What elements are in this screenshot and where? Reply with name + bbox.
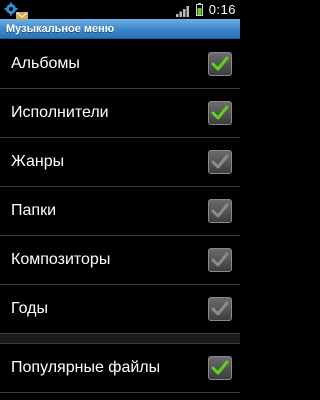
status-bar: 0:16 — [0, 0, 240, 21]
music-menu-list: Альбомы Исполнители Жанры Папки Композит… — [0, 40, 240, 393]
list-item-label: Папки — [11, 202, 56, 219]
check-icon — [211, 154, 229, 169]
status-clock: 0:16 — [208, 2, 236, 17]
check-icon — [211, 301, 229, 316]
check-icon — [211, 252, 229, 267]
page-title: Музыкальное меню — [6, 22, 115, 35]
mail-icon — [16, 8, 28, 21]
signal-icon — [175, 4, 190, 17]
list-item-years[interactable]: Годы — [0, 285, 240, 334]
list-item-label: Композиторы — [11, 251, 111, 268]
checkbox-popular-files[interactable] — [208, 356, 232, 380]
checkbox-years[interactable] — [208, 297, 232, 321]
list-item-label: Жанры — [11, 153, 65, 170]
check-icon — [211, 203, 229, 218]
title-bar: Музыкальное меню — [0, 19, 240, 39]
section-divider — [0, 334, 240, 344]
list-item-folders[interactable]: Папки — [0, 187, 240, 236]
list-item-artists[interactable]: Исполнители — [0, 89, 240, 138]
checkbox-genres[interactable] — [208, 150, 232, 174]
check-icon — [211, 56, 229, 71]
battery-icon — [195, 3, 203, 16]
list-item-label: Годы — [11, 300, 48, 317]
checkbox-albums[interactable] — [208, 52, 232, 76]
list-item-popular-files[interactable]: Популярные файлы — [0, 344, 240, 393]
check-icon — [211, 105, 229, 120]
list-item-label: Исполнители — [11, 104, 109, 121]
list-item-albums[interactable]: Альбомы — [0, 40, 240, 89]
checkbox-composers[interactable] — [208, 248, 232, 272]
checkbox-folders[interactable] — [208, 199, 232, 223]
check-icon — [211, 360, 229, 375]
checkbox-artists[interactable] — [208, 101, 232, 125]
list-item-label: Альбомы — [11, 55, 80, 72]
list-item-genres[interactable]: Жанры — [0, 138, 240, 187]
list-item-composers[interactable]: Композиторы — [0, 236, 240, 285]
list-item-label: Популярные файлы — [11, 359, 161, 376]
